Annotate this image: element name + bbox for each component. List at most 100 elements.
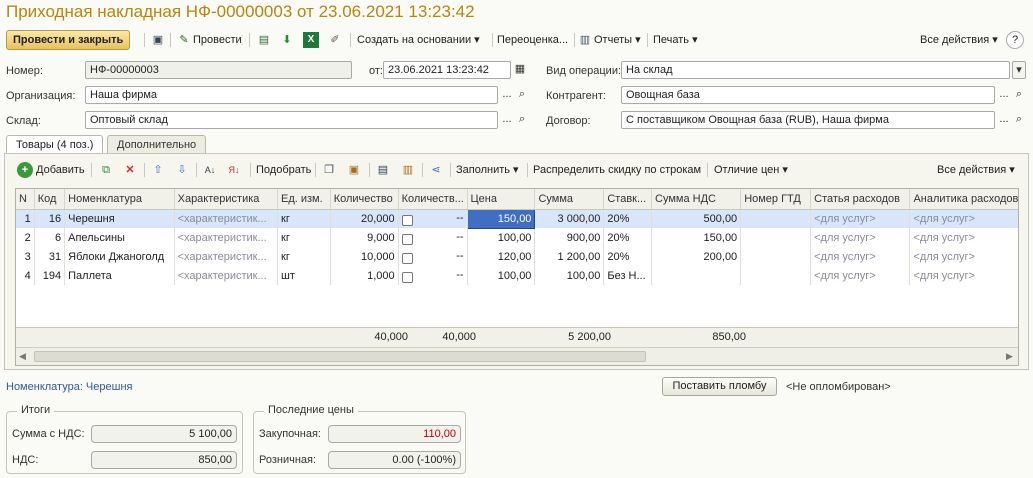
current-nomenclature[interactable]: Номенклатура: Черешня bbox=[6, 381, 132, 393]
item-sum[interactable]: 900,00 bbox=[534, 228, 605, 247]
item-characteristic[interactable]: <характеристик... bbox=[174, 228, 279, 247]
all-actions-menu[interactable]: Все действия ▾ bbox=[920, 30, 998, 50]
item-expense[interactable]: <для услуг> bbox=[810, 266, 911, 285]
column-header[interactable]: Количество bbox=[330, 189, 399, 210]
import-icon[interactable]: ▤ bbox=[375, 162, 391, 178]
download-icon[interactable]: ⬇ bbox=[279, 32, 295, 48]
contractor-field[interactable]: Овощная база bbox=[621, 86, 995, 104]
checkbox[interactable] bbox=[401, 252, 413, 264]
contract-field[interactable]: С поставщиком Овощная база (RUB), Наша ф… bbox=[621, 111, 995, 129]
item-analytics[interactable]: <для услуг> bbox=[909, 209, 1018, 228]
column-header[interactable]: Сумма НДС bbox=[651, 189, 742, 210]
help-icon[interactable]: ? bbox=[1006, 31, 1024, 49]
column-header[interactable]: Характеристика bbox=[174, 189, 279, 210]
delete-icon[interactable]: ✕ bbox=[122, 162, 138, 178]
item-name[interactable]: Черешня bbox=[64, 209, 175, 228]
item-quantity-2[interactable]: -- bbox=[398, 266, 468, 285]
sort-asc-icon[interactable]: A↓ bbox=[202, 162, 218, 178]
set-seal-button[interactable]: Поставить пломбу bbox=[662, 377, 777, 396]
item-unit[interactable]: шт bbox=[277, 266, 331, 285]
column-header[interactable]: N bbox=[16, 189, 35, 210]
move-down-icon[interactable]: ⇩ bbox=[174, 162, 190, 178]
excel-icon[interactable]: X bbox=[303, 32, 319, 48]
item-unit[interactable]: кг bbox=[277, 228, 331, 247]
search-icon[interactable]: ⌕ bbox=[1012, 111, 1026, 129]
scroll-right-icon[interactable]: ▶ bbox=[1006, 351, 1013, 362]
distribute-discount-button[interactable]: Распределить скидку по строкам bbox=[533, 160, 701, 180]
item-vat-rate[interactable]: 20% bbox=[603, 228, 652, 247]
fill-menu[interactable]: Заполнить ▾ bbox=[456, 160, 519, 180]
column-header[interactable]: Статья расходов bbox=[810, 189, 911, 210]
reprice-button[interactable]: Переоценка... bbox=[497, 30, 568, 50]
sort-desc-icon[interactable]: Я↓ bbox=[226, 162, 242, 178]
item-characteristic[interactable]: <характеристик... bbox=[174, 209, 279, 228]
checkbox[interactable] bbox=[401, 214, 413, 226]
item-gtd[interactable] bbox=[740, 209, 812, 228]
item-price[interactable]: 120,00 bbox=[467, 247, 536, 266]
item-vat-sum[interactable]: 150,00 bbox=[651, 228, 742, 247]
horizontal-scrollbar[interactable]: ◀ ▶ bbox=[16, 347, 1018, 365]
select-more-icon[interactable]: ... bbox=[500, 111, 514, 129]
search-icon[interactable]: ⌕ bbox=[515, 86, 529, 104]
column-header[interactable]: Номенклатура bbox=[64, 189, 175, 210]
tab-additional[interactable]: Дополнительно bbox=[107, 135, 207, 154]
item-vat-sum[interactable] bbox=[651, 266, 742, 285]
save-icon[interactable]: ▣ bbox=[150, 32, 166, 48]
move-up-icon[interactable]: ⇧ bbox=[150, 162, 166, 178]
item-quantity-2[interactable]: -- bbox=[398, 228, 468, 247]
warehouse-field[interactable]: Оптовый склад bbox=[85, 111, 498, 129]
edit-pen-icon[interactable]: ✐ bbox=[327, 32, 343, 48]
select-more-icon[interactable]: ... bbox=[997, 111, 1011, 129]
item-unit[interactable]: кг bbox=[277, 247, 331, 266]
item-expense[interactable]: <для услуг> bbox=[810, 209, 911, 228]
item-name[interactable]: Паллета bbox=[64, 266, 175, 285]
pick-button[interactable]: Подобрать bbox=[256, 160, 311, 180]
select-more-icon[interactable]: ... bbox=[500, 86, 514, 104]
item-quantity-2[interactable]: -- bbox=[398, 247, 468, 266]
item-name[interactable]: Яблоки Джаноголд bbox=[64, 247, 175, 266]
operation-select[interactable]: На склад bbox=[621, 61, 1010, 79]
item-quantity[interactable]: 1,000 bbox=[330, 266, 399, 285]
item-expense[interactable]: <для услуг> bbox=[810, 228, 911, 247]
column-header[interactable]: Ед. изм. bbox=[277, 189, 331, 210]
post-and-close-button[interactable]: Провести и закрыть bbox=[6, 30, 131, 50]
table-row[interactable]: 2 6 Апельсины <характеристик... кг 9,000… bbox=[16, 228, 1018, 247]
chevron-down-icon[interactable]: ▾ bbox=[1012, 61, 1026, 79]
item-characteristic[interactable]: <характеристик... bbox=[174, 247, 279, 266]
share-icon[interactable]: ⋖ bbox=[428, 162, 444, 178]
item-name[interactable]: Апельсины bbox=[64, 228, 175, 247]
column-header[interactable]: Код bbox=[34, 189, 66, 210]
create-based-on-menu[interactable]: Создать на основании ▾ bbox=[357, 30, 480, 50]
column-header[interactable]: Количеств... bbox=[398, 189, 468, 210]
item-analytics[interactable]: <для услуг> bbox=[909, 247, 1018, 266]
item-characteristic[interactable]: <характеристик... bbox=[174, 266, 279, 285]
column-header[interactable]: Цена bbox=[467, 189, 536, 210]
post-doc-icon[interactable]: ✎ bbox=[176, 32, 192, 48]
item-vat-rate[interactable]: 20% bbox=[603, 247, 652, 266]
reports-menu[interactable]: Отчеты ▾ bbox=[594, 30, 641, 50]
scroll-left-icon[interactable]: ◀ bbox=[19, 351, 26, 362]
item-sum[interactable]: 1 200,00 bbox=[534, 247, 605, 266]
column-header[interactable]: Аналитика расходов bbox=[909, 189, 1018, 210]
date-field[interactable]: 23.06.2021 13:23:42 bbox=[383, 61, 511, 79]
number-field[interactable]: НФ-00000003 bbox=[85, 61, 352, 79]
table-row[interactable]: 3 31 Яблоки Джаноголд <характеристик... … bbox=[16, 247, 1018, 266]
search-icon[interactable]: ⌕ bbox=[515, 111, 529, 129]
paste-icon[interactable]: ▣ bbox=[346, 162, 362, 178]
item-quantity-2[interactable]: -- bbox=[398, 209, 468, 228]
add-button[interactable]: Добавить bbox=[36, 160, 85, 180]
table-row[interactable]: 4 194 Паллета <характеристик... шт 1,000… bbox=[16, 266, 1018, 285]
item-vat-rate[interactable]: Без Н... bbox=[603, 266, 652, 285]
table-row[interactable]: 1 16 Черешня <характеристик... кг 20,000… bbox=[16, 208, 1018, 229]
item-vat-rate[interactable]: 20% bbox=[603, 209, 652, 228]
item-analytics[interactable]: <для услуг> bbox=[909, 266, 1018, 285]
item-quantity[interactable]: 20,000 bbox=[330, 209, 399, 228]
column-header[interactable]: Сумма bbox=[534, 189, 605, 210]
clipboard-icon[interactable]: ▤ bbox=[256, 32, 272, 48]
item-quantity[interactable]: 9,000 bbox=[330, 228, 399, 247]
price-difference-menu[interactable]: Отличие цен ▾ bbox=[714, 160, 788, 180]
table-all-actions-menu[interactable]: Все действия ▾ bbox=[937, 160, 1015, 180]
item-price[interactable]: 150,00 bbox=[466, 208, 536, 229]
checkbox[interactable] bbox=[401, 233, 413, 245]
tab-goods[interactable]: Товары (4 поз.) bbox=[6, 135, 104, 154]
